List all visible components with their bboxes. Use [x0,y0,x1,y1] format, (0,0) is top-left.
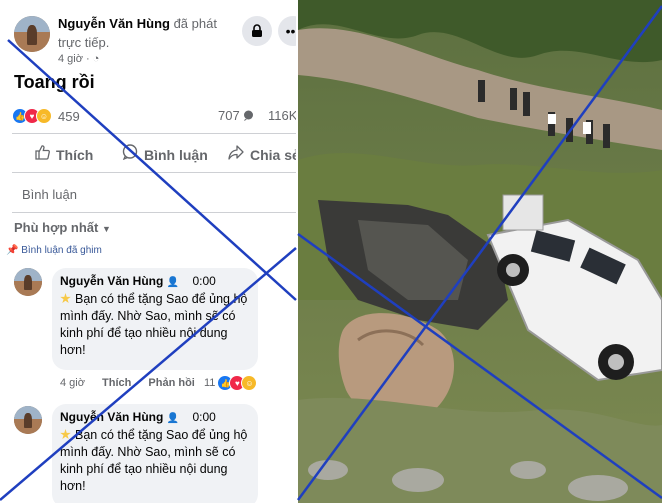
more-options-button[interactable]: ••• [278,16,296,46]
like-label: Thích [56,147,94,163]
share-icon [228,144,244,163]
star-icon [60,429,71,440]
more-icon: ••• [285,23,296,39]
post-timestamp[interactable]: 4 giờ · ◔ [58,53,99,65]
share-label: Chia sẻ [250,147,296,163]
star-icon [60,293,71,304]
comment-like-button[interactable]: Thích [102,377,131,389]
comment-author[interactable]: Nguyễn Văn Hùng [60,410,163,424]
thumbs-up-icon [34,144,50,163]
like-button[interactable]: Thích [34,144,93,163]
comment-age[interactable]: 4 giờ [60,377,85,389]
messenger-button[interactable] [242,16,272,46]
divider [12,212,296,213]
post-author-line: Nguyễn Văn Hùng đã phát [58,16,217,31]
facebook-post-panel: Nguyễn Văn Hùng đã phát trực tiếp. 4 giờ… [0,0,296,503]
comment-text-row: Bạn có thể tặng Sao để ủng hộ mình đấy. … [60,427,250,495]
divider [12,133,296,134]
comment-header: Nguyễn Văn Hùng 👤 0:00 [60,410,250,424]
comment-text: Bạn có thể tặng Sao để ủng hộ mình đấy. … [60,292,248,357]
comment-label: Bình luận [144,147,208,163]
share-count[interactable]: 116K [268,108,296,123]
comment-count[interactable]: 707 [218,108,254,123]
sort-label: Phù hợp nhất [14,220,99,235]
accident-scene-image [298,0,662,503]
comment-reactions[interactable]: 11 👍 ♥ ☺ [204,375,258,391]
comment-bubble: Nguyễn Văn Hùng 👤 0:00 Bạn có thể tặng S… [52,268,258,370]
lock-icon [252,24,262,37]
comment-text-row: Bạn có thể tặng Sao để ủng hộ mình đấy. … [60,291,250,359]
comment-video-time[interactable]: 0:00 [192,410,215,424]
post-action-text: đã phát [173,16,217,31]
divider [12,172,296,173]
comment-input[interactable]: Bình luận [22,187,77,202]
creator-badge-icon: 👤 [166,413,180,424]
pinned-text: Bình luận đã ghim [21,245,102,256]
comment-header: Nguyễn Văn Hùng 👤 0:00 [60,274,250,288]
author-avatar[interactable] [14,16,50,52]
haha-reaction-icon: ☺ [36,108,52,124]
comment-video-time[interactable]: 0:00 [192,274,215,288]
comment-text: Bạn có thể tặng Sao để ủng hộ mình đấy. … [60,428,248,493]
share-button[interactable]: Chia sẻ [228,144,296,163]
comment-count-icon [244,110,254,121]
commenter-avatar[interactable] [14,268,42,296]
caret-down-icon: ▼ [101,224,111,234]
reaction-count: 459 [58,108,80,124]
comment-count-value: 707 [218,108,240,123]
accident-photo [298,0,662,503]
post-text: Toang rồi [14,72,95,92]
comment-bubble: Nguyễn Văn Hùng 👤 0:00 Bạn có thể tặng S… [52,404,258,503]
comment-button[interactable]: Bình luận [122,144,208,163]
comment-sort-dropdown[interactable]: Phù hợp nhất ▼ [14,220,111,235]
pin-icon: 📌 [6,245,19,256]
post-action-text-2: trực tiếp. [58,35,110,50]
creator-badge-icon: 👤 [166,277,180,288]
comment-reply-button[interactable]: Phản hồi [148,377,194,389]
comment-icon [122,144,138,163]
comment-meta: 4 giờ Thích Phản hồi [60,377,209,389]
comment-reaction-count: 11 [204,377,216,389]
haha-reaction-icon: ☺ [241,375,258,391]
pinned-comment-label: 📌 Bình luận đã ghim [6,245,102,256]
commenter-avatar[interactable] [14,406,42,434]
post-author-name[interactable]: Nguyễn Văn Hùng [58,16,170,31]
reaction-summary[interactable]: 👍 ♥ ☺ 459 [12,108,80,124]
comment-author[interactable]: Nguyễn Văn Hùng [60,274,163,288]
